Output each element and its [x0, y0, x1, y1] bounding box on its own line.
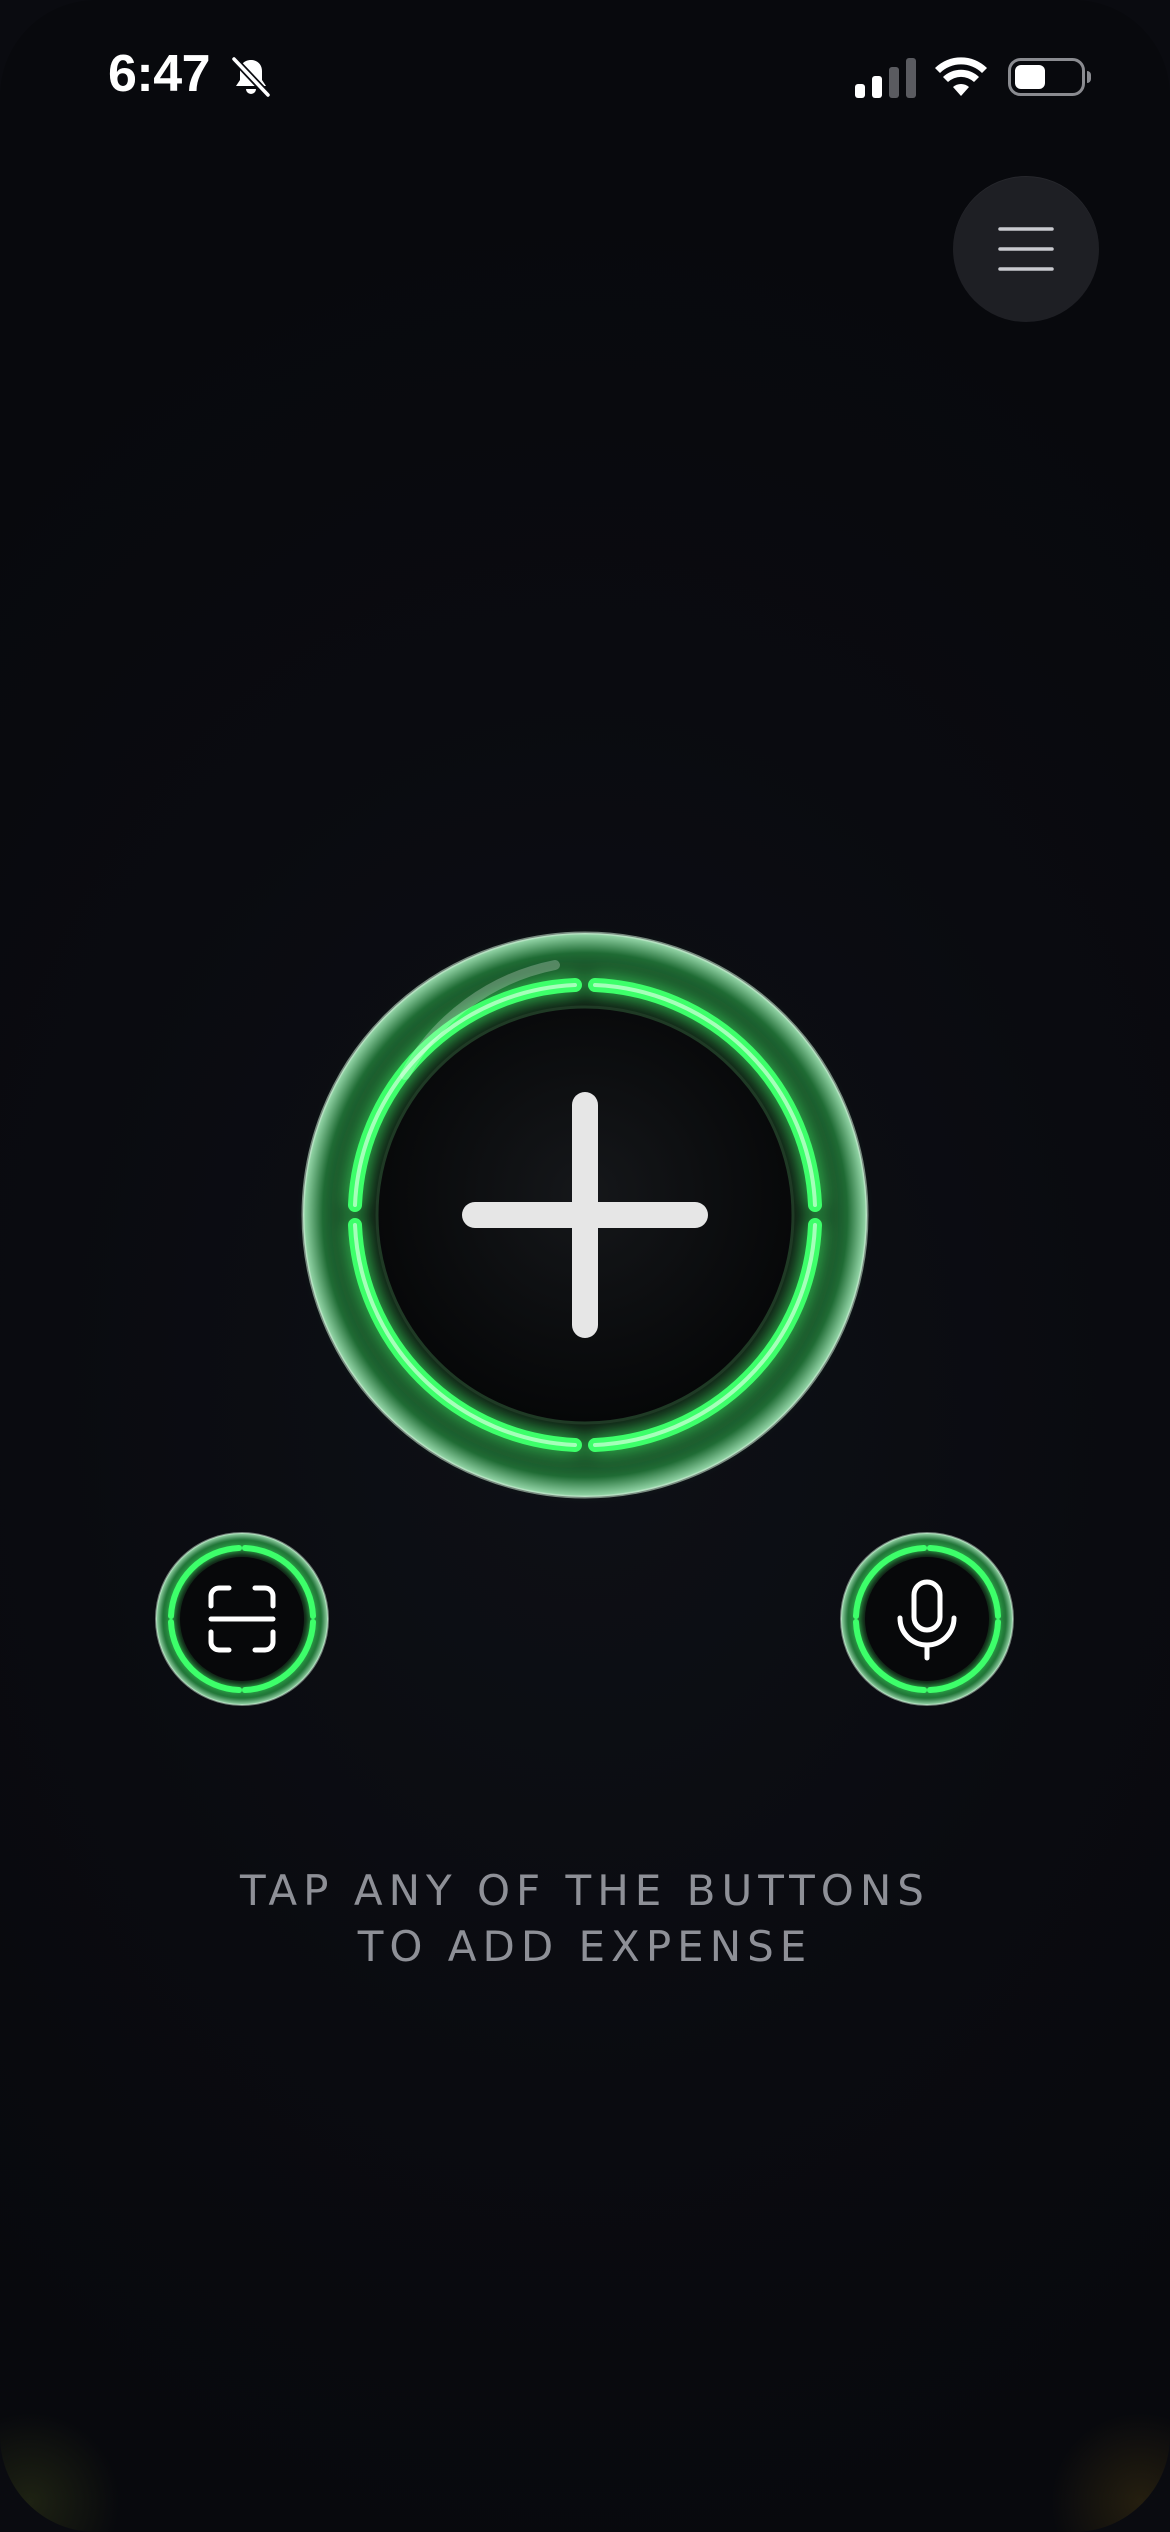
corner-glow	[0, 2412, 120, 2532]
app-screen: 6:47 TAP ANY OF THE BUTTONS TO ADD EXPEN…	[0, 0, 1170, 2532]
wifi-icon	[935, 57, 987, 96]
cellular-signal-icon	[855, 58, 916, 98]
corner-glow	[1050, 2412, 1170, 2532]
hint-text-line-2: TO ADD EXPENSE	[357, 1922, 813, 1971]
add-expense-button[interactable]	[295, 925, 875, 1505]
status-bar: 6:47	[0, 0, 1170, 150]
bell-slash-icon	[231, 56, 271, 98]
hint-text-line-1: TAP ANY OF THE BUTTONS	[240, 1866, 930, 1915]
menu-button[interactable]	[953, 176, 1099, 322]
battery-icon	[1008, 58, 1091, 96]
hamburger-menu-icon	[998, 227, 1054, 271]
status-time: 6:47	[108, 45, 211, 103]
scan-receipt-button[interactable]	[153, 1530, 331, 1708]
voice-input-button[interactable]	[838, 1530, 1016, 1708]
